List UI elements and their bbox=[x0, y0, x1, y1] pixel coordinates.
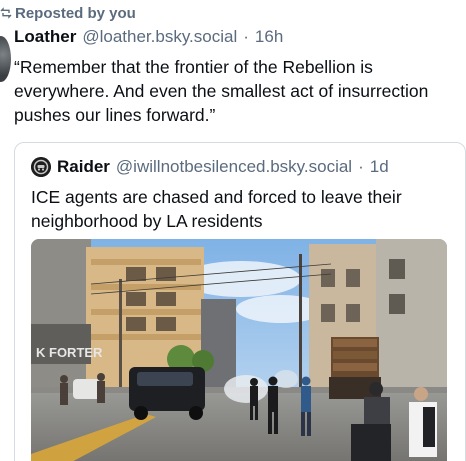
author-name[interactable]: Loather bbox=[14, 27, 76, 47]
quoted-author-avatar[interactable] bbox=[31, 157, 51, 177]
separator-dot: · bbox=[358, 157, 364, 176]
post-text: “Remember that the frontier of the Rebel… bbox=[14, 57, 429, 125]
author-handle[interactable]: @loather.bsky.social bbox=[82, 27, 237, 47]
quoted-post-timestamp[interactable]: 1d bbox=[370, 157, 389, 177]
quoted-post-media[interactable]: K FORTER bbox=[31, 239, 447, 461]
repost-label: Reposted by you bbox=[15, 4, 136, 22]
post-header: Loather @loather.bsky.social · 16h bbox=[14, 27, 283, 47]
quoted-post-header: Raider @iwillnotbesilenced.bsky.social ·… bbox=[31, 157, 389, 177]
quoted-post-text: ICE agents are chased and forced to leav… bbox=[31, 187, 402, 231]
avatar[interactable] bbox=[0, 36, 11, 82]
post-timestamp[interactable]: 16h bbox=[255, 27, 283, 47]
separator-dot: · bbox=[243, 27, 249, 46]
quoted-author-name[interactable]: Raider bbox=[57, 157, 110, 177]
quoted-author-handle[interactable]: @iwillnotbesilenced.bsky.social bbox=[116, 157, 352, 177]
svg-text:K FORTER: K FORTER bbox=[36, 345, 103, 360]
repost-icon bbox=[0, 7, 12, 19]
quoted-post[interactable]: Raider @iwillnotbesilenced.bsky.social ·… bbox=[14, 142, 466, 461]
feed-item[interactable]: Reposted by you Loather @loather.bsky.so… bbox=[0, 0, 466, 461]
repost-indicator: Reposted by you bbox=[0, 3, 136, 23]
